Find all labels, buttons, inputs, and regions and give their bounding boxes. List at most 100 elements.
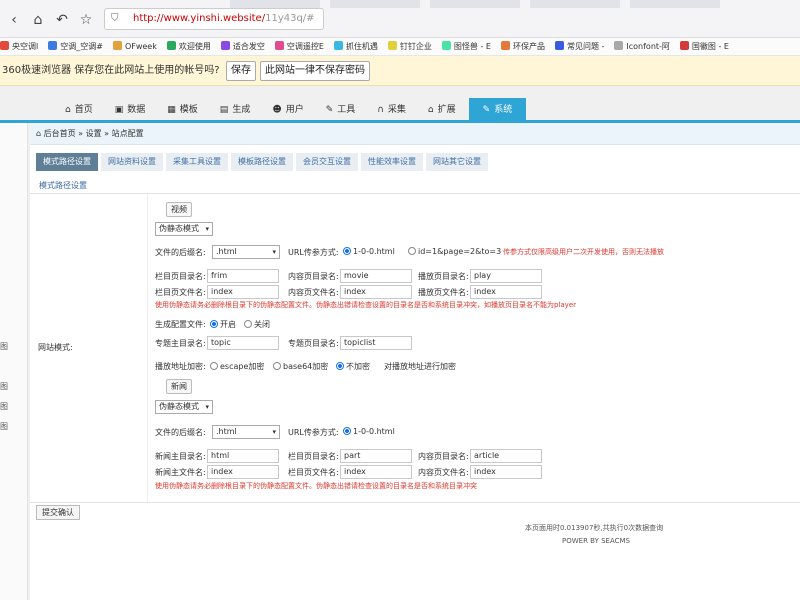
bookmark-label: 欢迎使用 (178, 42, 211, 51)
bookmark-item[interactable]: 欢迎使用 (166, 38, 211, 55)
news-content-dir-input[interactable]: article (470, 449, 542, 463)
bookmark-item[interactable]: 图怪兽 - E (441, 38, 491, 55)
video-header-button[interactable]: 视频 (166, 202, 192, 217)
encrypt-none-radio[interactable]: 不加密 (336, 361, 370, 372)
bookmark-favicon-icon (166, 41, 176, 50)
bookmark-favicon-icon (112, 41, 122, 50)
news-mode-select[interactable]: 伪静态模式 ▾ (155, 400, 213, 414)
settings-tab[interactable]: 模式路径设置 (36, 153, 98, 171)
bookmark-item[interactable]: OFweek (112, 38, 157, 55)
settings-tab[interactable]: 会员交互设置 (296, 153, 358, 171)
news-content-file-input[interactable]: index (470, 465, 542, 479)
sidebar-mark[interactable]: 图 (0, 341, 8, 352)
home-icon[interactable]: ⌂ (30, 12, 46, 28)
video-play-file-input[interactable]: index (470, 285, 542, 299)
news-url-opt1[interactable]: 1-0-0.html (343, 427, 395, 436)
topic-main-input[interactable]: topic (207, 336, 279, 350)
footer-stats: 本页面用时0.013907秒,共执行0次数据查询 (525, 524, 664, 532)
nav-tab[interactable]: ▤ 生成 (211, 98, 260, 122)
gen-config-label: 生成配置文件: (155, 320, 206, 329)
bookmark-favicon-icon (500, 41, 510, 50)
sidebar-mark[interactable]: 图 (0, 421, 8, 432)
sidebar-mark[interactable]: 图 (0, 381, 8, 392)
settings-tab[interactable]: 采集工具设置 (166, 153, 228, 171)
settings-tab[interactable]: 网站资料设置 (101, 153, 163, 171)
video-mode-select[interactable]: 伪静态模式 ▾ (155, 222, 213, 236)
bookmark-favicon-icon (554, 41, 564, 50)
encrypt-base64-radio[interactable]: base64加密 (273, 361, 328, 372)
settings-tab[interactable]: 性能效率设置 (361, 153, 423, 171)
news-main-dir-input[interactable]: html (207, 449, 279, 463)
back-icon[interactable]: ‹ (6, 12, 22, 28)
video-list-dir-input[interactable]: frim (207, 269, 279, 283)
bookmark-item[interactable]: 国徽图 - E (679, 38, 729, 55)
bookmark-favicon-icon (274, 41, 284, 50)
news-list-file-input[interactable]: index (340, 465, 412, 479)
site-mode-label: 网站模式: (38, 343, 73, 352)
play-encrypt-label: 播放地址加密: (155, 362, 206, 371)
news-list-dir-input[interactable]: part (340, 449, 412, 463)
main-nav: ⌂ 首页 ▣ 数据 ▦ 模板 ▤ 生成 ☻ 用户 ✎ 工具 ∩ 采集 ⌂ 扩展 ✎ 系统 (56, 98, 530, 122)
video-list-file-input[interactable]: index (207, 285, 279, 299)
never-save-button[interactable]: 此网站一律不保存密码 (260, 61, 370, 81)
nav-tab[interactable]: ⌂ 扩展 (419, 98, 465, 122)
address-bar[interactable]: ⛉ http://www.yinshi.website/11y43q/# (104, 8, 324, 30)
gen-config-off[interactable]: 关闭 (244, 319, 270, 330)
nav-tab[interactable]: ⌂ 首页 (56, 98, 102, 122)
video-content-dir-input[interactable]: movie (340, 269, 412, 283)
encrypt-escape-radio[interactable]: escape加密 (210, 361, 264, 372)
bookmark-item[interactable]: 空调_空调# (48, 38, 103, 55)
bookmark-favicon-icon (48, 41, 58, 50)
nav-tab[interactable]: ∩ 采集 (368, 98, 415, 122)
video-ext-select[interactable]: .html ▾ (212, 245, 280, 259)
bookmark-item[interactable]: 空调遥控E (274, 38, 324, 55)
star-icon[interactable]: ☆ (78, 12, 94, 28)
video-play-dir-input[interactable]: play (470, 269, 542, 283)
bookmark-item[interactable]: 环保产品 (500, 38, 545, 55)
nav-tab-label: 扩展 (437, 105, 456, 115)
browser-tab[interactable] (330, 0, 420, 8)
bookmark-item[interactable]: 钉钉企业 (387, 38, 432, 55)
settings-tab[interactable]: 网站其它设置 (426, 153, 488, 171)
bookmark-item[interactable]: 常见问题 - (554, 38, 604, 55)
password-save-bar: 360极速浏览器 保存您在此网站上使用的帐号吗? 保存 此网站一律不保存密码 (0, 56, 800, 86)
bookmark-item[interactable]: 适合发空 (220, 38, 265, 55)
browser-tab[interactable] (530, 0, 620, 8)
bookmark-item[interactable]: Iconfont-阿 (614, 38, 670, 55)
news-main-file-input[interactable]: index (207, 465, 279, 479)
news-ext-select[interactable]: .html ▾ (212, 425, 280, 439)
browser-tab[interactable] (430, 0, 520, 8)
bookmark-label: 央空调l (12, 42, 39, 51)
browser-tab[interactable] (630, 0, 720, 8)
nav-tab-label: 用户 (285, 105, 304, 115)
bookmark-label: 抓住机遇 (345, 42, 378, 51)
sidebar-mark[interactable]: 图 (0, 401, 8, 412)
topic-list-input[interactable]: topiclist (340, 336, 412, 350)
news-header-button[interactable]: 新闻 (166, 379, 192, 394)
nav-tab[interactable]: ☻ 用户 (263, 98, 312, 122)
video-url-opt2[interactable]: id=1&page=2&to=3 (408, 247, 501, 256)
undo-icon[interactable]: ↶ (54, 12, 70, 28)
gen-config-on[interactable]: 开启 (210, 319, 236, 330)
nav-tab[interactable]: ✎ 工具 (317, 98, 365, 122)
nav-tab-label: 生成 (232, 105, 251, 115)
bookmark-item[interactable]: 抓住机遇 (333, 38, 378, 55)
bookmark-label: 钉钉企业 (399, 42, 432, 51)
video-url-label: URL传参方式: (288, 248, 339, 257)
save-password-button[interactable]: 保存 (226, 61, 256, 81)
bookmark-item[interactable]: 央空调l (0, 38, 39, 55)
news-ext-label: 文件的后缀名: (155, 428, 206, 437)
video-url-opt1[interactable]: 1-0-0.html (343, 247, 395, 256)
nav-tab-label: 首页 (74, 105, 93, 115)
nav-tab[interactable]: ✎ 系统 (468, 98, 527, 122)
submit-button[interactable]: 提交确认 (36, 505, 80, 520)
nav-tab[interactable]: ▣ 数据 (106, 98, 155, 122)
nav-tab-label: 系统 (494, 105, 513, 115)
nav-tab[interactable]: ▦ 模板 (158, 98, 207, 122)
video-f1-label: 栏目页目录名: (155, 272, 206, 281)
video-content-file-input[interactable]: index (340, 285, 412, 299)
settings-tab[interactable]: 模板路径设置 (231, 153, 293, 171)
bookmark-label: 环保产品 (512, 42, 545, 51)
app-header: ⌂ 首页 ▣ 数据 ▦ 模板 ▤ 生成 ☻ 用户 ✎ 工具 ∩ 采集 ⌂ 扩展 ✎ 系统 (0, 86, 800, 122)
browser-tab[interactable] (230, 0, 320, 8)
